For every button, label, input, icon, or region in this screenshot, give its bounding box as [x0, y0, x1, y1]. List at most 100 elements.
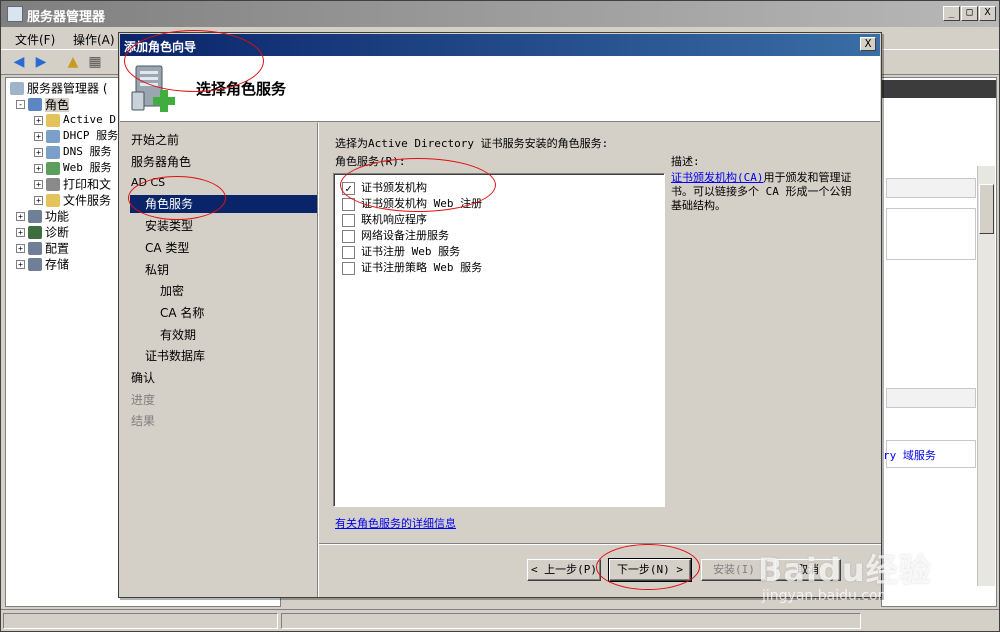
checkbox-online-responder[interactable] — [342, 213, 355, 227]
nav-step-ad-cs[interactable]: AD CS — [131, 174, 165, 192]
expand-icon[interactable]: + — [34, 196, 43, 205]
nav-step-validity-period[interactable]: 有效期 — [160, 326, 196, 344]
tree-item-diagnostics[interactable]: + 诊断 — [16, 224, 69, 240]
details-scrollbar[interactable] — [977, 166, 995, 586]
roles-section-header — [886, 388, 976, 408]
web-server-icon — [46, 161, 60, 175]
roles-section-body: ry 域服务 — [883, 440, 976, 468]
status-panel-main — [281, 613, 861, 629]
status-bar — [1, 609, 999, 631]
tree-item-file-services[interactable]: + 文件服务 — [34, 192, 111, 208]
wizard-close-button[interactable]: X — [860, 37, 876, 51]
nav-step-cryptography[interactable]: 加密 — [160, 282, 184, 300]
tree-item-print[interactable]: + 打印和文 — [34, 176, 111, 192]
expand-icon[interactable]: + — [16, 244, 25, 253]
role-service-cert-enrollment-policy-web-service[interactable]: 证书注册策略 Web 服务 — [342, 260, 482, 276]
wizard-page-title: 选择角色服务 — [196, 80, 287, 98]
nav-step-progress: 进度 — [131, 393, 156, 407]
expand-icon[interactable]: + — [34, 180, 43, 189]
maximize-button[interactable]: □ — [961, 6, 978, 21]
expand-icon[interactable]: + — [34, 163, 43, 173]
role-service-ca-web-enrollment[interactable]: 证书颁发机构 Web 注册 — [342, 196, 482, 212]
nav-step-ca-name[interactable]: CA 名称 — [160, 304, 204, 322]
expand-icon[interactable]: + — [34, 147, 43, 157]
checkbox-cert-enrollment-policy-web-service[interactable] — [342, 261, 355, 275]
nav-step-confirmation[interactable]: 确认 — [131, 369, 155, 387]
details-pane-header — [882, 80, 996, 98]
status-panel-left — [3, 613, 278, 629]
minimize-button[interactable]: _ — [943, 6, 960, 21]
server-add-role-icon — [131, 65, 175, 112]
back-arrow-icon[interactable]: ◀ — [9, 53, 29, 71]
collapse-icon[interactable]: - — [16, 100, 25, 109]
role-service-online-responder[interactable]: 联机响应程序 — [342, 212, 427, 228]
expand-icon[interactable]: + — [34, 115, 43, 125]
role-service-cert-enrollment-web-service[interactable]: 证书注册 Web 服务 — [342, 244, 460, 260]
role-services-list[interactable]: ✓ 证书颁发机构 证书颁发机构 Web 注册 联机响应程序 网络设备注册服务 证书… — [333, 173, 665, 507]
tree-item-server-manager[interactable]: 服务器管理器 ( — [10, 80, 108, 96]
show-hide-console-tree-icon[interactable]: ▦ — [85, 53, 105, 71]
summary-section-body — [886, 208, 976, 260]
wizard-title: 添加角色向导 — [124, 40, 197, 54]
dns-icon — [46, 145, 60, 159]
checkbox-cert-enrollment-web-service[interactable] — [342, 245, 355, 259]
tree-item-dhcp[interactable]: + DHCP 服务 — [34, 128, 118, 144]
role-service-certification-authority[interactable]: ✓ 证书颁发机构 — [342, 180, 427, 196]
close-button[interactable]: X — [979, 6, 996, 21]
previous-button[interactable]: < 上一步(P) — [527, 559, 601, 581]
tree-item-roles[interactable]: - 角色 — [16, 96, 70, 112]
tree-item-storage[interactable]: + 存储 — [16, 256, 69, 272]
tree-item-configuration[interactable]: + 配置 — [16, 240, 69, 256]
checkbox-certification-authority[interactable]: ✓ — [342, 181, 355, 195]
expand-icon[interactable]: + — [16, 228, 25, 237]
more-info-role-services-link[interactable]: 有关角色服务的详细信息 — [335, 515, 456, 531]
checkbox-network-device-enrollment[interactable] — [342, 229, 355, 243]
wizard-titlebar[interactable]: 添加角色向导 X — [120, 34, 880, 56]
nav-step-private-key[interactable]: 私钥 — [145, 261, 169, 279]
role-services-label: 角色服务(R): — [335, 155, 406, 168]
content-instruction: 选择为Active Directory 证书服务安装的角色服务: — [335, 137, 609, 150]
expand-icon[interactable]: + — [34, 131, 43, 141]
forward-arrow-icon[interactable]: ▶ — [31, 53, 51, 71]
menu-action[interactable]: 操作(A) — [73, 31, 115, 48]
roles-icon — [28, 98, 42, 111]
tree-item-active-directory[interactable]: + Active D — [34, 112, 116, 128]
next-button[interactable]: 下一步(N) > — [608, 558, 692, 582]
tree-item-features[interactable]: + 功能 — [16, 208, 69, 224]
tree-item-dns[interactable]: + DNS 服务 — [34, 144, 112, 160]
scrollbar-thumb[interactable] — [979, 184, 994, 234]
nav-step-role-services[interactable]: 角色服务 — [145, 195, 193, 213]
tree-item-web-server[interactable]: + Web 服务 — [34, 160, 112, 176]
nav-step-ca-type[interactable]: CA 类型 — [145, 239, 189, 257]
description-label: 描述: — [671, 155, 700, 168]
wizard-header: 选择角色服务 — [120, 56, 880, 122]
print-icon — [46, 178, 60, 191]
checkbox-ca-web-enrollment[interactable] — [342, 197, 355, 211]
wizard-step-nav: 开始之前 服务器角色 AD CS 角色服务 安装类型 CA 类型 私钥 加密 C… — [120, 123, 317, 597]
nav-step-setup-type[interactable]: 安装类型 — [145, 217, 193, 235]
description-link-ca[interactable]: 证书颁发机构(CA) — [671, 171, 764, 184]
nav-step-certificate-database[interactable]: 证书数据库 — [145, 347, 205, 365]
configuration-icon — [28, 242, 42, 255]
baidu-jingyan-watermark-logo: Baidu经验 — [758, 551, 932, 589]
expand-icon[interactable]: + — [16, 260, 25, 269]
nav-step-server-roles[interactable]: 服务器角色 — [131, 153, 191, 171]
description-text: 证书颁发机构(CA)用于颁发和管理证书。可以链接多个 CA 形成一个公钥基础结构… — [671, 171, 861, 213]
features-icon — [28, 210, 42, 223]
server-manager-app-icon — [7, 6, 23, 22]
nav-step-before-you-begin[interactable]: 开始之前 — [131, 131, 179, 149]
server-manager-icon — [10, 82, 24, 95]
baidu-jingyan-watermark-url: jingyan.baidu.com — [762, 588, 892, 604]
main-window-title: 服务器管理器 — [27, 10, 106, 25]
main-titlebar[interactable]: 服务器管理器 _ □ X — [1, 1, 999, 27]
active-directory-icon — [46, 113, 60, 127]
menu-file[interactable]: 文件(F) — [15, 31, 55, 48]
storage-icon — [28, 258, 42, 271]
role-link-ad-domain-services[interactable]: ry 域服务 — [883, 447, 936, 463]
dhcp-icon — [46, 129, 60, 143]
role-service-network-device-enrollment[interactable]: 网络设备注册服务 — [342, 228, 449, 244]
up-folder-icon[interactable]: ▲ — [63, 53, 83, 71]
summary-section-header — [886, 178, 976, 198]
file-services-icon — [46, 194, 60, 207]
expand-icon[interactable]: + — [16, 212, 25, 221]
